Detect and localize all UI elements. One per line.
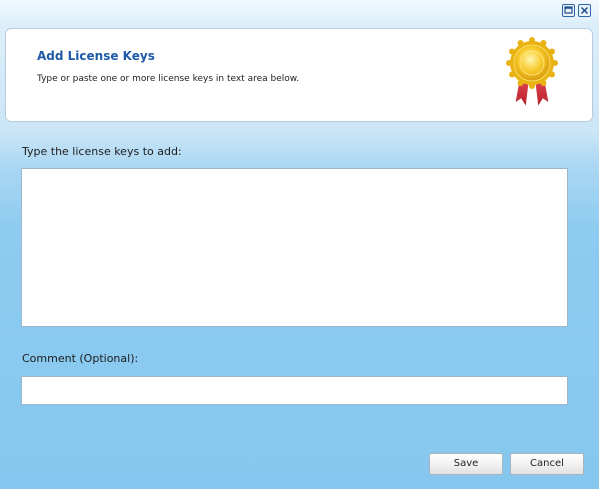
- maximize-icon: [564, 6, 573, 14]
- maximize-button[interactable]: [562, 4, 575, 17]
- save-button[interactable]: Save: [429, 453, 503, 475]
- dialog-title: Add License Keys: [37, 49, 155, 63]
- license-keys-textarea[interactable]: [21, 168, 568, 327]
- close-icon: [580, 6, 589, 15]
- title-bar: [0, 0, 599, 22]
- dialog-subtitle: Type or paste one or more license keys i…: [37, 74, 300, 84]
- comment-input[interactable]: [21, 376, 568, 405]
- license-keys-label: Type the license keys to add:: [22, 145, 182, 158]
- cancel-button[interactable]: Cancel: [510, 453, 584, 475]
- header-panel: Add License Keys Type or paste one or mo…: [5, 28, 593, 122]
- award-ribbon-icon: [506, 37, 558, 109]
- comment-label: Comment (Optional):: [22, 352, 139, 365]
- close-button[interactable]: [578, 4, 591, 17]
